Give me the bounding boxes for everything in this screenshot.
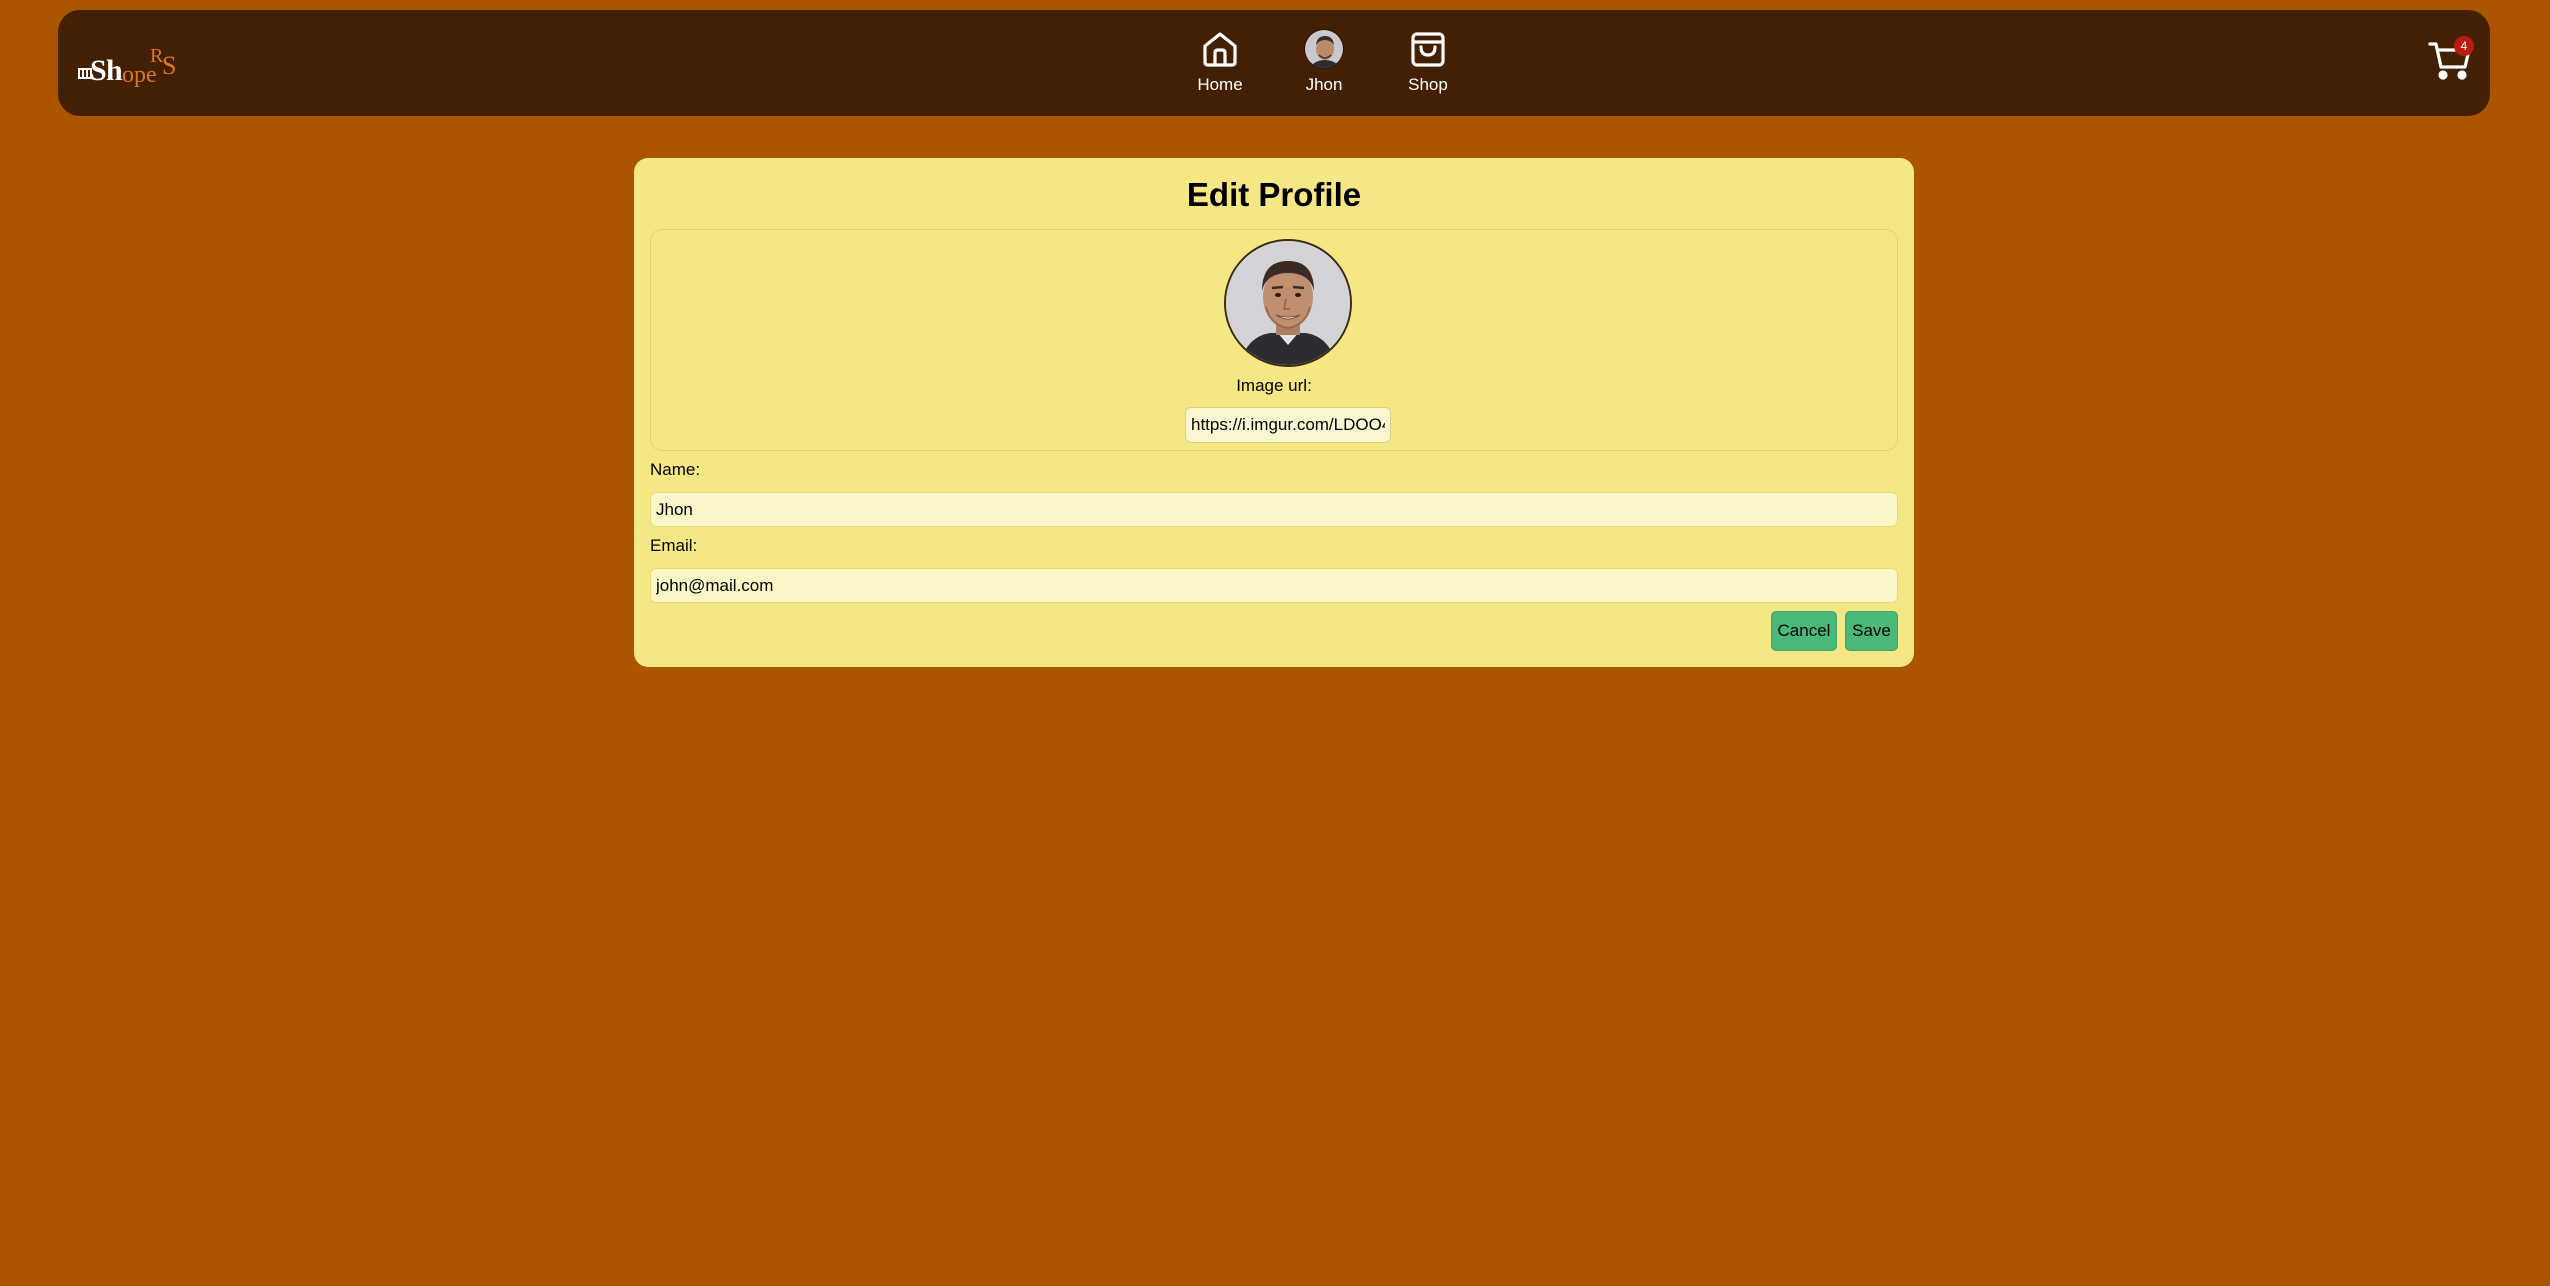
nav-home-label: Home — [1197, 75, 1243, 94]
avatar — [1303, 28, 1345, 70]
svg-text:S: S — [90, 54, 107, 87]
nav-profile[interactable]: Jhon — [1272, 28, 1376, 95]
brand-logo[interactable]: S h ope R S — [76, 42, 186, 92]
nav-home[interactable]: Home — [1168, 28, 1272, 95]
nav-shop[interactable]: Shop — [1376, 28, 1480, 95]
nav-shop-label: Shop — [1408, 75, 1448, 94]
main-nav: Home Jhon Shop — [1168, 28, 1480, 95]
edit-profile-card: Edit Profile Image url: Name: Email: — [634, 158, 1914, 667]
svg-text:S: S — [162, 51, 176, 80]
profile-photo — [1224, 239, 1352, 367]
save-button[interactable]: Save — [1845, 611, 1898, 651]
image-url-input[interactable] — [1185, 407, 1391, 443]
page-title: Edit Profile — [1186, 176, 1362, 213]
cart-count-badge: 4 — [2454, 36, 2474, 56]
image-url-label: Image url: — [1236, 376, 1312, 395]
home-icon — [1199, 28, 1241, 70]
nav-profile-label: Jhon — [1305, 75, 1343, 94]
name-input[interactable] — [650, 492, 1898, 527]
email-input[interactable] — [650, 568, 1898, 603]
shopping-bag-icon — [1407, 28, 1449, 70]
email-label: Email: — [650, 536, 698, 555]
name-label: Name: — [650, 460, 701, 479]
navbar: S h ope R S Home Jhon Shop 4 — [58, 10, 2490, 116]
cart-button[interactable]: 4 — [2428, 34, 2474, 82]
svg-text:h: h — [106, 54, 123, 87]
cancel-button[interactable]: Cancel — [1771, 611, 1837, 651]
image-section: Image url: — [650, 229, 1898, 451]
cart-icon — [2428, 42, 2472, 86]
